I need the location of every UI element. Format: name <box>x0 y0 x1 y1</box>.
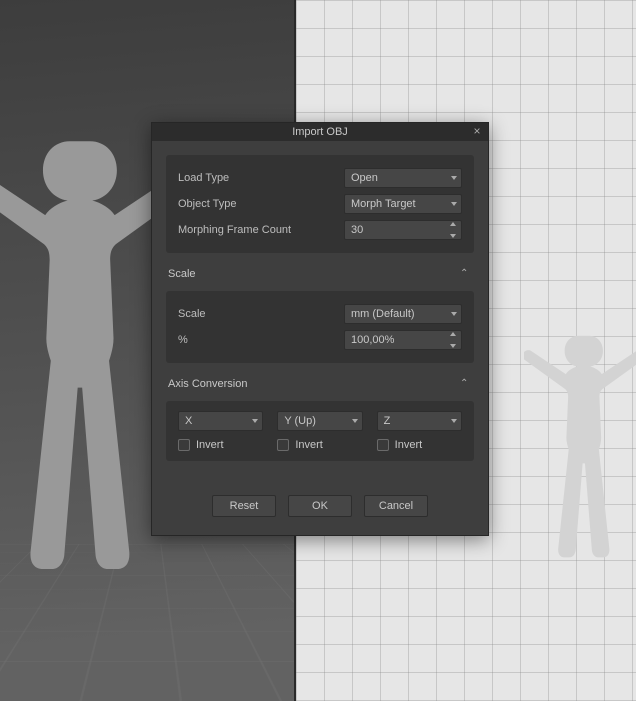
chevron-down-icon <box>451 202 457 206</box>
scale-panel: Scale mm (Default) % 100,00% <box>166 291 474 363</box>
morph-count-label: Morphing Frame Count <box>178 224 344 236</box>
scale-label: Scale <box>178 308 344 320</box>
ok-button[interactable]: OK <box>288 495 352 517</box>
import-obj-dialog: Import OBJ × Load Type Open Object Type … <box>151 122 489 536</box>
chevron-down-icon <box>252 419 258 423</box>
morph-count-input[interactable]: 30 <box>344 220 462 240</box>
chevron-up-icon: ⌃ <box>460 268 472 280</box>
axis-z-value: Z <box>384 415 391 427</box>
chevron-down-icon <box>451 312 457 316</box>
chevron-up-icon: ⌃ <box>460 378 472 390</box>
scale-section-header[interactable]: Scale ⌃ <box>168 263 472 285</box>
invert-y-checkbox[interactable] <box>277 439 289 451</box>
dialog-title: Import OBJ <box>292 126 348 138</box>
axis-header-label: Axis Conversion <box>168 378 247 390</box>
axis-panel: X Y (Up) Z Invert I <box>166 401 474 461</box>
percent-label: % <box>178 334 344 346</box>
scale-header-label: Scale <box>168 268 196 280</box>
invert-z-checkbox[interactable] <box>377 439 389 451</box>
load-type-select[interactable]: Open <box>344 168 462 188</box>
chevron-down-icon <box>451 419 457 423</box>
morph-count-value: 30 <box>351 224 363 236</box>
invert-x-label: Invert <box>196 439 224 451</box>
axis-y-select[interactable]: Y (Up) <box>277 411 362 431</box>
chevron-down-icon <box>451 176 457 180</box>
axis-x-select[interactable]: X <box>178 411 263 431</box>
axis-z-select[interactable]: Z <box>377 411 462 431</box>
load-type-value: Open <box>351 172 378 184</box>
axis-section-header[interactable]: Axis Conversion ⌃ <box>168 373 472 395</box>
scale-value: mm (Default) <box>351 308 415 320</box>
spinner-arrows[interactable] <box>447 222 459 238</box>
invert-z-label: Invert <box>395 439 423 451</box>
cancel-button[interactable]: Cancel <box>364 495 428 517</box>
percent-input[interactable]: 100,00% <box>344 330 462 350</box>
object-type-label: Object Type <box>178 198 344 210</box>
object-type-select[interactable]: Morph Target <box>344 194 462 214</box>
percent-value: 100,00% <box>351 334 394 346</box>
axis-x-value: X <box>185 415 192 427</box>
figure-silhouette-right <box>524 330 636 620</box>
reset-button[interactable]: Reset <box>212 495 276 517</box>
load-type-label: Load Type <box>178 172 344 184</box>
invert-x-checkbox[interactable] <box>178 439 190 451</box>
scale-select[interactable]: mm (Default) <box>344 304 462 324</box>
axis-y-value: Y (Up) <box>284 415 316 427</box>
load-panel: Load Type Open Object Type Morph Target <box>166 155 474 253</box>
object-type-value: Morph Target <box>351 198 416 210</box>
chevron-down-icon <box>352 419 358 423</box>
invert-y-label: Invert <box>295 439 323 451</box>
spinner-arrows[interactable] <box>447 332 459 348</box>
close-icon[interactable]: × <box>470 125 484 139</box>
dialog-titlebar[interactable]: Import OBJ × <box>152 123 488 141</box>
